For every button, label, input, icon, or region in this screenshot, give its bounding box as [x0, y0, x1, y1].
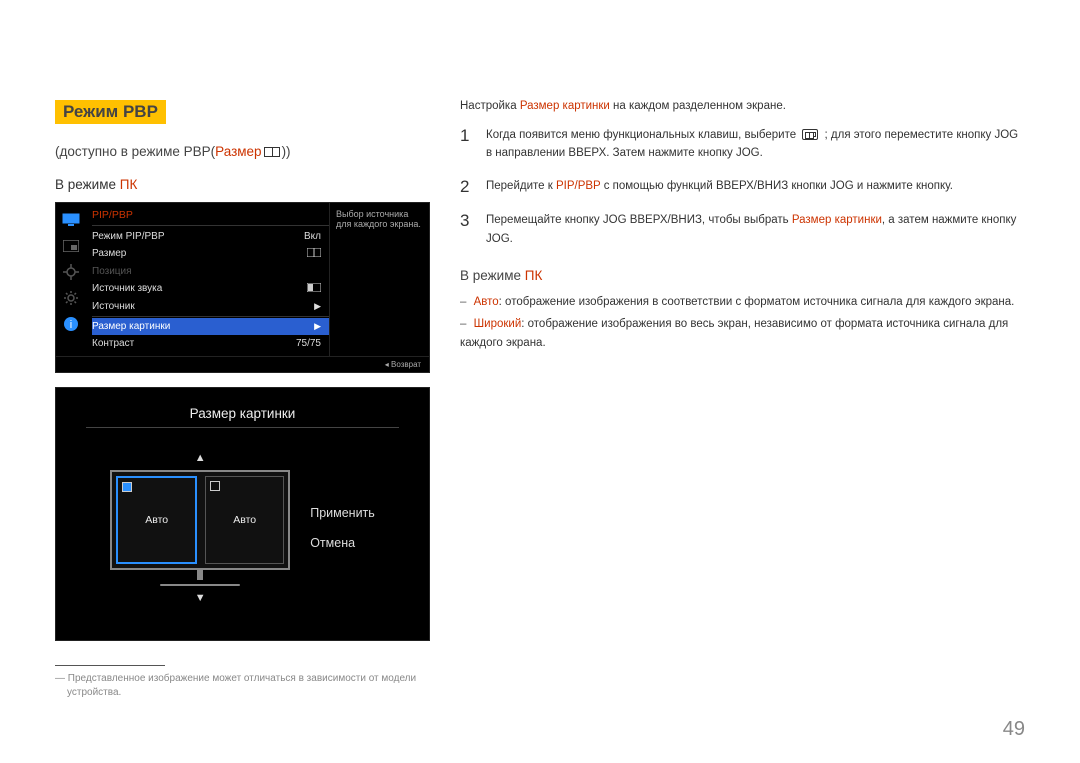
half-indicator-icon: [122, 482, 132, 492]
subtitle-red: Размер: [215, 144, 261, 159]
osd-list: PIP/PBP Режим PIP/PBP Вкл Размер Позиция…: [86, 203, 329, 356]
pbp-small-icon: [307, 248, 321, 260]
osd-row-contrast[interactable]: Контраст 75/75: [92, 335, 329, 352]
intro-red: Размер картинки: [520, 100, 610, 112]
step2-b: с помощью функций ВВЕРХ/ВНИЗ кнопки JOG …: [601, 180, 953, 192]
note-line2: устройства.: [67, 687, 121, 698]
osd-mode-label: Режим PIP/PBP: [92, 231, 165, 242]
mode-prefix: В режиме: [55, 177, 120, 192]
osd-icon-rail: i: [56, 203, 86, 356]
pbp-split-icon: [264, 147, 280, 157]
chevron-up-icon[interactable]: ▲: [195, 452, 206, 464]
rmode-prefix: В режиме: [460, 268, 525, 283]
preview-left-half[interactable]: Авто: [116, 476, 197, 564]
osd-footer-label: Возврат: [391, 360, 421, 369]
disclaimer-note: ― Представленное изображение может отлич…: [55, 672, 430, 700]
step-number: 1: [460, 126, 474, 163]
b2-red: Широкий: [474, 318, 522, 330]
target-icon: [60, 261, 82, 283]
mode-red: ПК: [120, 177, 138, 192]
osd-row-picsize[interactable]: Размер картинки ▶: [92, 318, 329, 335]
apply-button[interactable]: Применить: [310, 506, 375, 520]
b1-text: : отображение изображения в соответствии…: [499, 296, 1015, 308]
step2-red: PIP/PBP: [556, 180, 601, 192]
page-number: 49: [1003, 718, 1025, 741]
mode-line-right: В режиме ПК: [460, 268, 1025, 283]
monitor-stand-icon: [180, 570, 220, 586]
osd-header: PIP/PBP: [92, 209, 329, 226]
availability-subtitle: (доступно в режиме PBP(Размер)): [55, 144, 430, 159]
cancel-button[interactable]: Отмена: [310, 536, 375, 550]
preview-panel: Размер картинки ▲ Авто Авто: [55, 387, 430, 641]
section-title: Режим PBP: [55, 100, 166, 124]
b2-dash: –: [460, 318, 466, 330]
osd-size-label: Размер: [92, 248, 126, 260]
osd-row-size[interactable]: Размер: [92, 245, 329, 263]
subtitle-suffix: )): [282, 144, 291, 159]
step2-a: Перейдите к: [486, 180, 556, 192]
jog-menu-icon: [802, 129, 818, 140]
osd-menu-panel: i PIP/PBP Режим PIP/PBP Вкл Размер Позиц…: [55, 202, 430, 373]
osd-picsize-label: Размер картинки: [92, 321, 170, 332]
preview-right-label: Авто: [233, 514, 256, 526]
osd-row-position: Позиция: [92, 263, 329, 280]
chevron-right-icon: ▶: [314, 301, 321, 312]
step-number: 2: [460, 177, 474, 197]
osd-row-sound[interactable]: Источник звука: [92, 280, 329, 298]
intro-prefix: Настройка: [460, 100, 520, 112]
svg-text:i: i: [70, 319, 72, 331]
right-intro: Настройка Размер картинки на каждом разд…: [460, 100, 1025, 112]
chevron-down-icon[interactable]: ▼: [195, 592, 206, 604]
preview-left-label: Авто: [145, 514, 168, 526]
osd-side-help: Выбор источника для каждого экрана.: [329, 203, 429, 356]
osd-source-label: Источник: [92, 301, 135, 312]
step3-a: Перемещайте кнопку JOG ВВЕРХ/ВНИЗ, чтобы…: [486, 214, 792, 226]
osd-mode-value: Вкл: [304, 231, 321, 242]
step1-a: Когда появится меню функциональных клави…: [486, 129, 799, 141]
subtitle-prefix: (доступно в режиме PBP(: [55, 144, 215, 159]
osd-sound-label: Источник звука: [92, 283, 162, 295]
osd-row-mode[interactable]: Режим PIP/PBP Вкл: [92, 228, 329, 245]
osd-position-label: Позиция: [92, 266, 132, 277]
half-indicator-icon: [210, 481, 220, 491]
rmode-red: ПК: [525, 268, 543, 283]
info-icon: i: [60, 313, 82, 335]
preview-title: Размер картинки: [76, 406, 409, 421]
chevron-right-icon: ▶: [314, 321, 321, 332]
sound-pos-icon: [307, 283, 321, 295]
step3-red: Размер картинки: [792, 214, 882, 226]
bullet-wide: – Широкий: отображение изображения во ве…: [460, 315, 1025, 352]
step-1: 1 Когда появится меню функциональных кла…: [460, 126, 1025, 163]
b1-red: Авто: [474, 296, 499, 308]
intro-suffix: на каждом разделенном экране.: [610, 100, 786, 112]
note-line1: Представленное изображение может отличат…: [68, 673, 416, 684]
preview-right-half[interactable]: Авто: [205, 476, 284, 564]
osd-footer: ◂ Возврат: [56, 356, 429, 372]
b2-text: : отображение изображения во весь экран,…: [460, 318, 1008, 348]
gear-icon: [60, 287, 82, 309]
osd-contrast-value: 75/75: [296, 338, 321, 349]
bullet-auto: – Авто: отображение изображения в соотве…: [460, 293, 1025, 311]
pip-icon: [60, 235, 82, 257]
mode-line-left: В режиме ПК: [55, 177, 430, 192]
step-3: 3 Перемещайте кнопку JOG ВВЕРХ/ВНИЗ, что…: [460, 211, 1025, 248]
osd-row-source[interactable]: Источник ▶: [92, 298, 329, 317]
step-number: 3: [460, 211, 474, 248]
preview-monitor: Авто Авто: [110, 470, 290, 586]
osd-contrast-label: Контраст: [92, 338, 134, 349]
step-2: 2 Перейдите к PIP/PBP с помощью функций …: [460, 177, 1025, 197]
monitor-icon: [60, 209, 82, 231]
b1-dash: –: [460, 296, 466, 308]
